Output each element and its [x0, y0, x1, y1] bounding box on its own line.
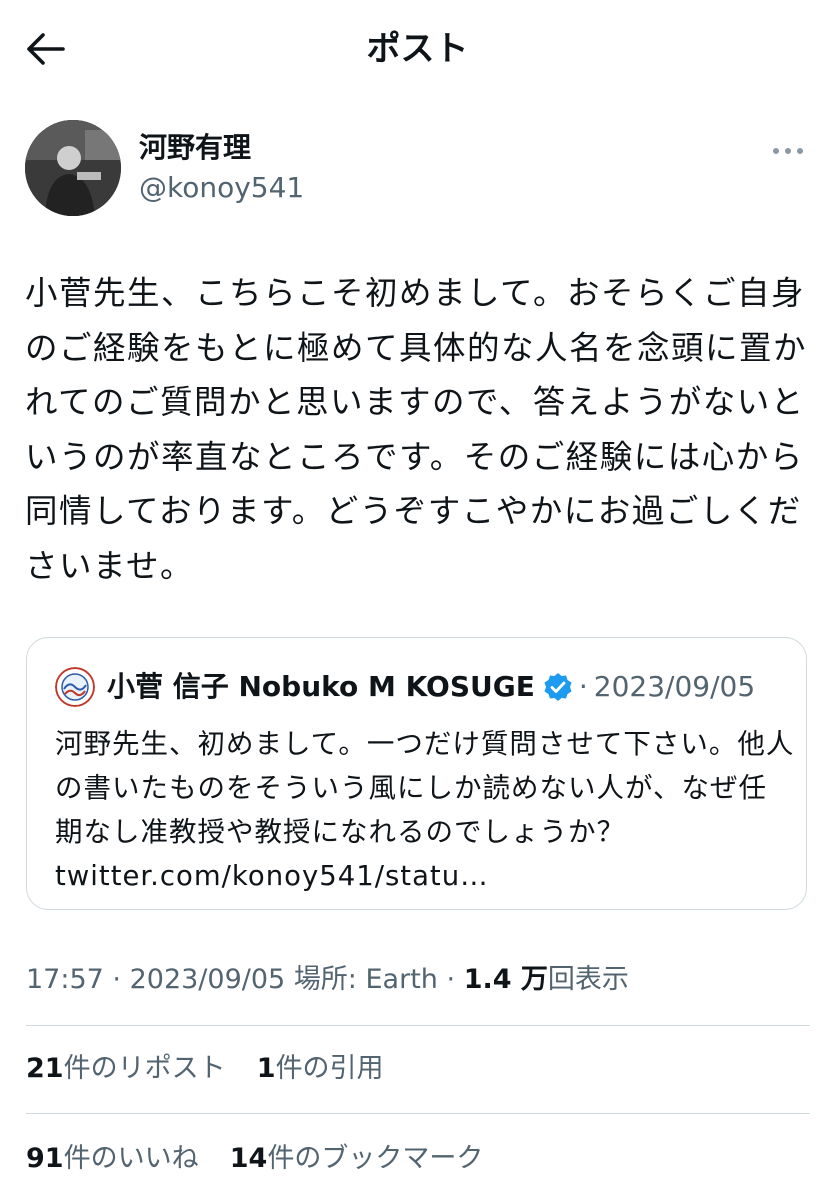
post-text: 小菅先生、こちらこそ初めまして。おそらくご自身のご経験をもとに極めて具体的な人名… [25, 274, 808, 585]
meta-separator-2: · [446, 964, 456, 995]
post-location: 場所: Earth [293, 964, 438, 995]
quoted-avatar [55, 667, 95, 707]
reposts-stat[interactable]: 21件のリポスト [26, 1049, 226, 1089]
views-count: 1.4 万 [463, 964, 548, 995]
quoted-post[interactable]: 小菅 信子 Nobuko M KOSUGE · 2023/09/05 河野先生、… [26, 637, 807, 910]
post-author: 河野有理 @konoy541 [25, 120, 810, 220]
stats-row-likes: 91件のいいね 14件のブックマーク [26, 1139, 483, 1179]
quoted-avatar-image [55, 667, 95, 707]
quoted-author-name: 小菅 信子 Nobuko M KOSUGE [107, 670, 535, 703]
bookmarks-count: 14 [229, 1143, 268, 1174]
more-button[interactable] [770, 136, 806, 166]
reposts-label: 件のリポスト [63, 1053, 226, 1084]
page-title: ポスト [366, 29, 469, 69]
post-meta: 17:57 · 2023/09/05 場所: Earth · 1.4 万回表示 [26, 960, 629, 1000]
post-time: 17:57 [26, 964, 104, 995]
author-handle[interactable]: @konoy541 [139, 170, 304, 206]
quotes-count: 1 [256, 1053, 276, 1084]
divider [26, 1113, 810, 1114]
reposts-count: 21 [26, 1053, 64, 1084]
likes-count: 91 [26, 1143, 64, 1174]
views-label: 回表示 [547, 964, 629, 995]
author-name[interactable]: 河野有理 [139, 130, 251, 166]
quoted-text: 河野先生、初めまして。一つだけ質問させて下さい。他人の書いたものをそういう風にし… [55, 728, 795, 892]
post-date: 2023/09/05 [129, 964, 286, 995]
bookmarks-stat[interactable]: 14件のブックマーク [230, 1139, 484, 1179]
verified-badge-icon [543, 672, 573, 702]
likes-label: 件のいいね [63, 1143, 199, 1174]
avatar-image [25, 120, 121, 216]
quoted-separator: · [578, 670, 588, 703]
likes-stat[interactable]: 91件のいいね [26, 1139, 199, 1179]
quotes-stat[interactable]: 1件の引用 [257, 1049, 384, 1089]
more-horizontal-icon [773, 148, 803, 154]
quotes-label: 件の引用 [275, 1053, 384, 1084]
stats-row-reposts: 21件のリポスト 1件の引用 [26, 1049, 384, 1089]
bookmarks-label: 件のブックマーク [267, 1143, 484, 1174]
quoted-header: 小菅 信子 Nobuko M KOSUGE · 2023/09/05 [107, 668, 755, 706]
top-bar: ポスト [0, 0, 835, 96]
quoted-date: 2023/09/05 [593, 670, 756, 703]
avatar[interactable] [25, 120, 121, 216]
meta-separator: · [112, 964, 121, 995]
divider [26, 1025, 810, 1026]
